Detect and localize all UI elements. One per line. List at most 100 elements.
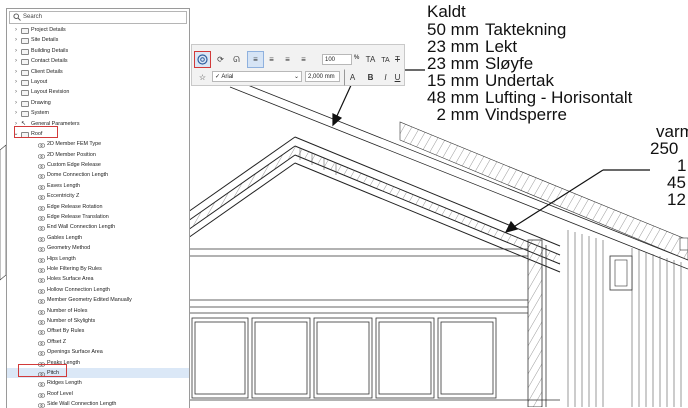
- property-link-icon: [37, 194, 46, 200]
- justify-button[interactable]: ≡: [295, 51, 312, 68]
- folder-icon: [21, 38, 29, 45]
- chevron-right-icon[interactable]: ›: [13, 46, 19, 56]
- chevron-right-icon[interactable]: ›: [13, 108, 19, 118]
- right-value: 12: [667, 190, 686, 209]
- right-value: 45: [667, 173, 686, 192]
- rotate-text-button[interactable]: ⟳: [212, 51, 229, 68]
- roof-property-item[interactable]: Holes Surface Area: [7, 274, 189, 284]
- size-field[interactable]: 100: [322, 54, 352, 65]
- tree-item-site-details[interactable]: › Site Details: [7, 35, 189, 45]
- roof-property-item[interactable]: 2D Member Position: [7, 150, 189, 160]
- roof-property-label: Edge Release Rotation: [47, 203, 103, 210]
- roof-property-item[interactable]: Number of Holes: [7, 306, 189, 316]
- window-detail: [609, 255, 633, 291]
- roof-property-item[interactable]: 2D Member FEM Type: [7, 139, 189, 149]
- roof-property-item[interactable]: Eaves Length: [7, 181, 189, 191]
- roof-property-item[interactable]: Offset By Rules: [7, 326, 189, 336]
- justify-icon: ≡: [301, 55, 306, 64]
- layer-row: 23 mm Sløyfe: [427, 55, 632, 72]
- text-height-field[interactable]: 2,000 mm: [305, 71, 340, 82]
- align-center-button[interactable]: ≡: [263, 51, 280, 68]
- percent-label: %: [354, 55, 360, 61]
- property-link-icon: [37, 277, 46, 284]
- roof-property-item[interactable]: Eccentricity Z: [7, 191, 189, 201]
- roof-property-item[interactable]: Member Geometry Edited Manually: [7, 295, 189, 305]
- favorites-button[interactable]: ☆: [194, 69, 211, 86]
- tree-item-layout[interactable]: › Layout: [7, 77, 189, 87]
- tree-item-client-details[interactable]: › Client Details: [7, 67, 189, 77]
- insulation-left: [188, 146, 295, 230]
- tree-item-system[interactable]: › System: [7, 108, 189, 118]
- roof-property-item[interactable]: End Wall Connection Length: [7, 222, 189, 232]
- tree-item-drawing[interactable]: › Drawing: [7, 98, 189, 108]
- tree-item-project-details[interactable]: › Project Details: [7, 25, 189, 35]
- property-browser-panel: Search › Project Details › Site Details › B…: [6, 8, 190, 408]
- chevron-right-icon[interactable]: ›: [13, 87, 19, 97]
- text-color-button[interactable]: A: [344, 69, 361, 86]
- roof-property-item[interactable]: Hole Filtering By Rules: [7, 264, 189, 274]
- chevron-right-icon[interactable]: ›: [13, 67, 19, 77]
- tree-item-contact-details[interactable]: › Contact Details: [7, 56, 189, 66]
- floor-lines: [188, 248, 528, 314]
- roof-property-label: Geometry Method: [47, 245, 91, 252]
- folder-icon: [21, 69, 29, 76]
- right-title: varm: [656, 122, 688, 141]
- check-icon: ✓: [215, 74, 221, 80]
- cabinet-panels: [188, 317, 560, 401]
- roof-property-label: End Wall Connection Length: [47, 224, 116, 231]
- layer-qty: 50 mm: [427, 20, 479, 39]
- roof-property-item[interactable]: Ridges Length: [7, 378, 189, 388]
- roof-property-item[interactable]: Gables Length: [7, 233, 189, 243]
- align-left-button[interactable]: ≡: [247, 51, 264, 68]
- chevron-right-icon[interactable]: ›: [13, 25, 19, 35]
- property-link-icon: [37, 350, 46, 356]
- text-style-button[interactable]: [194, 51, 211, 68]
- roof-property-item[interactable]: Custom Edge Release: [7, 160, 189, 170]
- folder-icon: [21, 100, 29, 107]
- tree-item-layout-revision[interactable]: › Layout Revision: [7, 87, 189, 97]
- chevron-right-icon[interactable]: ›: [13, 56, 19, 66]
- roof-property-item[interactable]: Geometry Method: [7, 243, 189, 253]
- property-link-icon: [37, 319, 46, 325]
- roof-property-label: Member Geometry Edited Manually: [47, 297, 132, 304]
- property-link-icon: [37, 225, 46, 232]
- roof-property-item[interactable]: Edge Release Translation: [7, 212, 189, 222]
- tree-item-building-details[interactable]: › Building Details: [7, 46, 189, 56]
- property-link-icon: [37, 153, 46, 159]
- roof-property-item[interactable]: Edge Release Rotation: [7, 202, 189, 212]
- pitch-highlight: [18, 364, 67, 377]
- roof-property-item[interactable]: Dome Connection Length: [7, 170, 189, 180]
- folder-icon: [21, 48, 29, 55]
- roof-property-item[interactable]: Roof Level: [7, 389, 189, 399]
- layer-qty: 23 mm: [427, 37, 479, 56]
- roof-property-label: Openings Surface Area: [47, 349, 103, 356]
- roof-property-item[interactable]: Openings Surface Area: [7, 347, 189, 357]
- roof-property-label: Dome Connection Length: [47, 172, 109, 179]
- property-link-icon: [37, 236, 46, 242]
- roof-property-label: Hips Length: [47, 255, 76, 262]
- insulation-right: [295, 146, 560, 264]
- property-link-icon: [37, 246, 46, 252]
- chevron-right-icon[interactable]: ›: [13, 98, 19, 108]
- folder-icon: [21, 90, 29, 97]
- layer-qty: 2 mm: [436, 105, 480, 124]
- wall-section: [527, 239, 543, 407]
- strikethrough-button[interactable]: T: [391, 51, 404, 68]
- property-link-icon: [37, 298, 46, 304]
- roof-property-item[interactable]: Number of Skylights: [7, 316, 189, 326]
- roof-property-label: 2D Member Position: [47, 151, 96, 158]
- font-select[interactable]: ✓ Arial ⌄: [212, 71, 302, 82]
- chevron-right-icon[interactable]: ›: [13, 77, 19, 87]
- layer-list: 50 mm Taktekning 23 mm Lekt 23 mm Sløyfe 15…: [427, 21, 632, 123]
- anchor-button[interactable]: ᘏ: [228, 51, 245, 68]
- roof-property-label: Gables Length: [47, 234, 83, 241]
- roof-property-item[interactable]: Hips Length: [7, 254, 189, 264]
- underline-button[interactable]: U: [391, 69, 404, 86]
- roof-property-item[interactable]: Offset Z: [7, 337, 189, 347]
- search-input[interactable]: Search: [9, 11, 187, 24]
- chevron-right-icon[interactable]: ›: [13, 35, 19, 45]
- property-link-icon: [37, 288, 46, 294]
- align-right-button[interactable]: ≡: [279, 51, 296, 68]
- roof-property-item[interactable]: Hollow Connection Length: [7, 285, 189, 295]
- right-value: 1: [677, 156, 687, 175]
